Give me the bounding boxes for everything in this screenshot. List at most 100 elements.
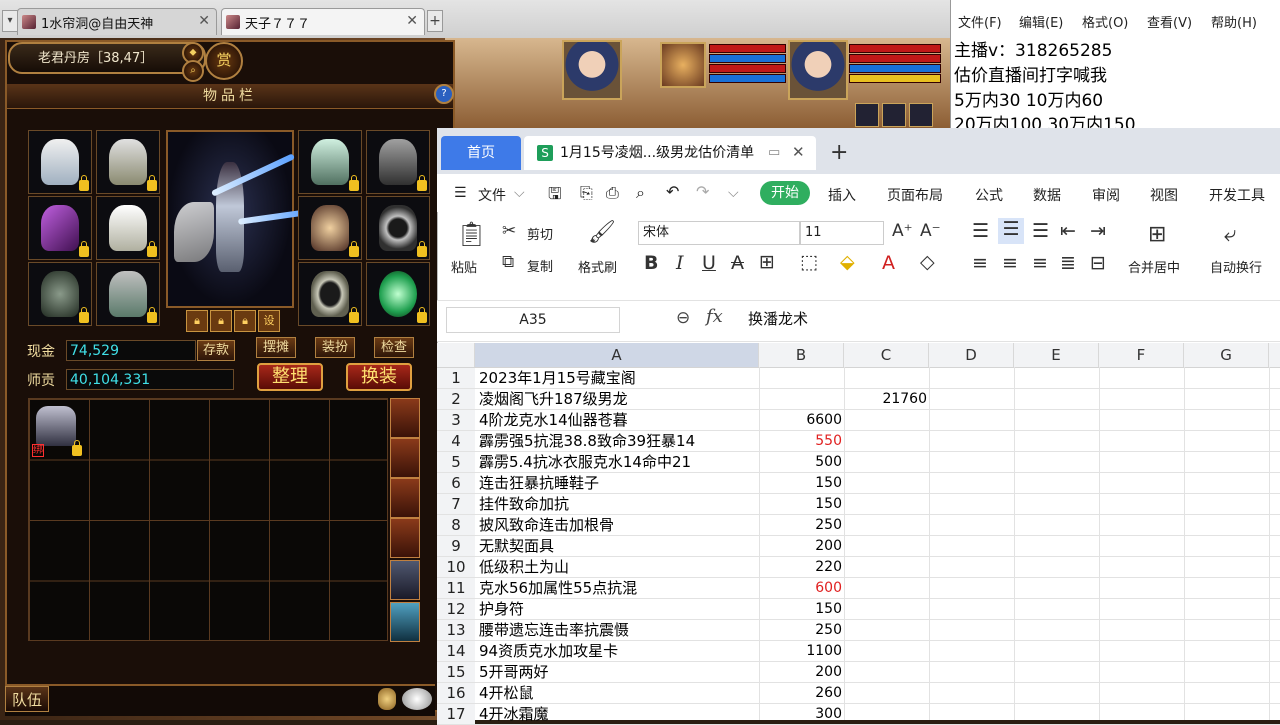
equip-slot-right-1[interactable] bbox=[298, 130, 362, 194]
buff-slot-1[interactable] bbox=[855, 103, 879, 127]
indent-decrease-icon[interactable]: ⇤ bbox=[1060, 220, 1076, 242]
tab-insert[interactable]: 插入 bbox=[828, 185, 856, 205]
fill-color-icon[interactable]: ⬙ bbox=[840, 251, 855, 273]
cell-a[interactable]: 霹雳5.4抗冰衣服克水14命中21 bbox=[479, 452, 691, 473]
italic-icon[interactable]: I bbox=[676, 252, 684, 274]
player-portrait[interactable] bbox=[788, 40, 848, 100]
team-button[interactable]: 队伍 bbox=[5, 686, 49, 712]
cut-button[interactable]: 剪切 bbox=[527, 224, 553, 243]
increase-font-icon[interactable]: A⁺ bbox=[892, 221, 913, 241]
tab-developer[interactable]: 开发工具 bbox=[1209, 185, 1265, 205]
tab-formula[interactable]: 公式 bbox=[975, 185, 1003, 205]
align-right-icon[interactable]: ≡ bbox=[1032, 252, 1048, 274]
copy-button[interactable]: 复制 bbox=[527, 256, 553, 275]
close-icon[interactable]: ✕ bbox=[198, 13, 210, 29]
tab-start[interactable]: 开始 bbox=[760, 181, 810, 205]
cell-a[interactable]: 克水56加属性55点抗混 bbox=[479, 578, 637, 599]
menu-view[interactable]: 查看(V) bbox=[1147, 12, 1192, 31]
undo-icon[interactable]: ↶ bbox=[666, 182, 679, 201]
decrease-font-icon[interactable]: A⁻ bbox=[920, 221, 941, 241]
paste-button[interactable]: 粘贴 bbox=[451, 257, 477, 276]
cell-b[interactable]: 250 bbox=[760, 620, 842, 641]
row-header[interactable]: 6 bbox=[437, 473, 475, 494]
copy-icon[interactable]: ⧉ bbox=[502, 252, 514, 272]
bag-tab-4[interactable] bbox=[390, 518, 420, 558]
cell-b[interactable]: 6600 bbox=[760, 410, 842, 431]
help-icon[interactable]: ? bbox=[434, 84, 454, 104]
align-middle-icon[interactable]: ☰ bbox=[998, 218, 1024, 244]
eraser-icon[interactable]: ◇ bbox=[920, 251, 935, 273]
strikethrough-icon[interactable]: A bbox=[731, 252, 744, 274]
cell-a[interactable]: 无默契面具 bbox=[479, 536, 554, 557]
zoom-icon[interactable]: ⌕ bbox=[182, 60, 204, 82]
menu-file[interactable]: 文件 bbox=[478, 185, 506, 205]
align-left-icon[interactable]: ≡ bbox=[972, 252, 988, 274]
row-header[interactable]: 1 bbox=[437, 368, 475, 389]
equip-slot-right-2[interactable] bbox=[366, 130, 430, 194]
column-header-f[interactable]: F bbox=[1099, 343, 1184, 367]
merge-center-icon[interactable]: ⊞ bbox=[1148, 222, 1166, 247]
bag-tab-5[interactable] bbox=[390, 560, 420, 600]
equip-slot-amulet[interactable] bbox=[28, 262, 92, 326]
table-row[interactable] bbox=[475, 683, 1280, 704]
save-icon[interactable]: 🖫 bbox=[548, 183, 562, 210]
close-icon[interactable]: ✕ bbox=[406, 13, 418, 29]
tab-page-layout[interactable]: 页面布局 bbox=[887, 185, 943, 205]
menu-edit[interactable]: 编辑(E) bbox=[1019, 12, 1063, 31]
equip-slot-necklace[interactable] bbox=[96, 130, 160, 194]
cell-a[interactable]: 4开松鼠 bbox=[479, 683, 534, 704]
equip-slot-right-4[interactable] bbox=[366, 196, 430, 260]
row-header[interactable]: 3 bbox=[437, 410, 475, 431]
row-header[interactable]: 8 bbox=[437, 515, 475, 536]
bag-tab-2[interactable] bbox=[390, 438, 420, 478]
format-painter-button[interactable]: 格式刷 bbox=[578, 257, 617, 276]
inspect-button[interactable]: 检查 bbox=[374, 337, 414, 358]
equip-slot-weapon[interactable] bbox=[28, 196, 92, 260]
deposit-button[interactable]: 存款 bbox=[197, 340, 235, 361]
cell-b[interactable]: 200 bbox=[760, 536, 842, 557]
dress-button[interactable]: 装扮 bbox=[315, 337, 355, 358]
cell-b[interactable]: 250 bbox=[760, 515, 842, 536]
cell-a[interactable]: 94资质克水加攻星卡 bbox=[479, 641, 618, 662]
cell-b[interactable]: 150 bbox=[760, 473, 842, 494]
cell-b[interactable]: 550 bbox=[760, 431, 842, 452]
clear-format-icon[interactable]: ⬚ bbox=[800, 251, 818, 273]
bold-icon[interactable]: B bbox=[644, 252, 658, 274]
row-header[interactable]: 11 bbox=[437, 578, 475, 599]
equip-slot-orb[interactable] bbox=[366, 262, 430, 326]
cell-a[interactable]: 2023年1月15号藏宝阁 bbox=[479, 368, 636, 389]
indent-increase-icon[interactable]: ⇥ bbox=[1090, 220, 1106, 242]
table-row[interactable] bbox=[475, 557, 1280, 578]
cell-a[interactable]: 霹雳强5抗混38.8致命39狂暴14 bbox=[479, 431, 695, 452]
table-row[interactable] bbox=[475, 662, 1280, 683]
align-center-icon[interactable]: ≡ bbox=[1002, 252, 1018, 274]
cell-a[interactable]: 披风致命连击加根骨 bbox=[479, 515, 614, 536]
formula-input[interactable]: 换潘龙术 bbox=[748, 308, 808, 329]
export-icon[interactable]: ⎘ bbox=[580, 183, 593, 203]
border-icon[interactable]: ⊞ bbox=[759, 251, 775, 273]
column-header-b[interactable]: B bbox=[759, 343, 844, 367]
cell-b[interactable]: 200 bbox=[760, 662, 842, 683]
column-header-g[interactable]: G bbox=[1184, 343, 1269, 367]
cell-b[interactable]: 500 bbox=[760, 452, 842, 473]
underline-icon[interactable]: U bbox=[702, 252, 716, 274]
buff-slot-2[interactable] bbox=[882, 103, 906, 127]
cell-b[interactable]: 220 bbox=[760, 557, 842, 578]
change-equip-button[interactable]: 换装 bbox=[346, 363, 412, 391]
menu-help[interactable]: 帮助(H) bbox=[1211, 12, 1257, 31]
cell-a[interactable]: 5开哥两好 bbox=[479, 662, 549, 683]
wrap-text-icon[interactable]: ⤶ bbox=[1224, 222, 1236, 247]
cell-b[interactable]: 260 bbox=[760, 683, 842, 704]
home-tab[interactable]: 首页 bbox=[441, 136, 521, 170]
add-tab-button[interactable]: + bbox=[830, 140, 848, 165]
equip-slot-boots[interactable] bbox=[96, 262, 160, 326]
print-preview-icon[interactable]: ⌕ bbox=[636, 183, 645, 203]
new-tab-button[interactable]: + bbox=[427, 10, 443, 32]
cell-a[interactable]: 4开冰霜魔 bbox=[479, 704, 549, 725]
cell-b[interactable]: 600 bbox=[760, 578, 842, 599]
lock-toggle-3[interactable]: 🔒︎ bbox=[234, 310, 256, 332]
pet-portrait[interactable] bbox=[562, 40, 622, 100]
cell-a[interactable]: 凌烟阁飞升187级男龙 bbox=[479, 389, 628, 410]
table-row[interactable] bbox=[475, 494, 1280, 515]
close-icon[interactable]: ✕ bbox=[792, 143, 805, 161]
